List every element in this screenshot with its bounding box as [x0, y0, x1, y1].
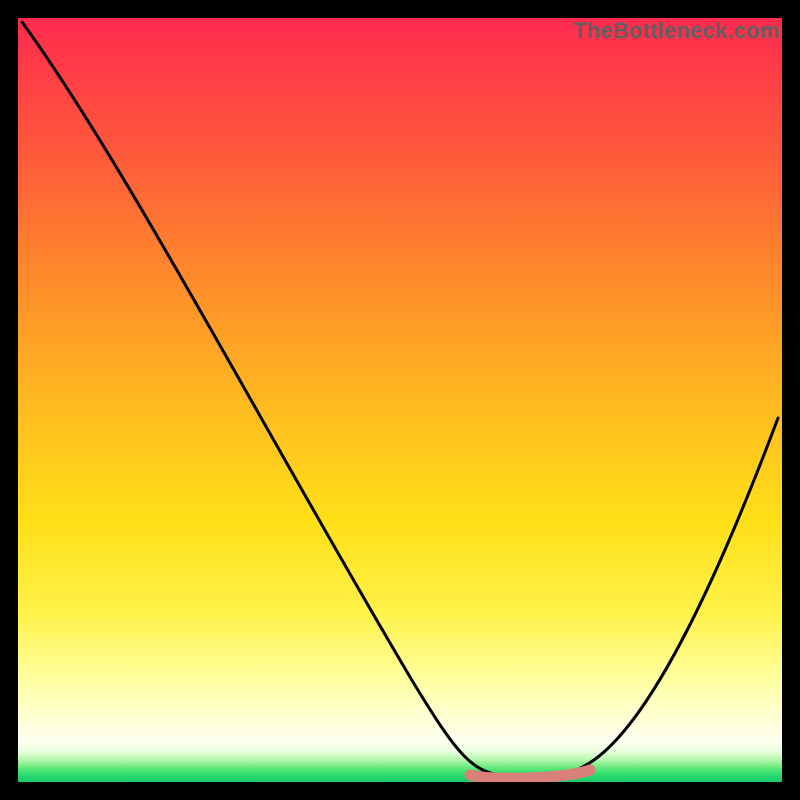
curve-layer — [18, 18, 782, 782]
bottleneck-curve — [22, 22, 778, 777]
chart-frame: TheBottleneck.com — [18, 18, 782, 782]
watermark-text: TheBottleneck.com — [574, 18, 780, 44]
